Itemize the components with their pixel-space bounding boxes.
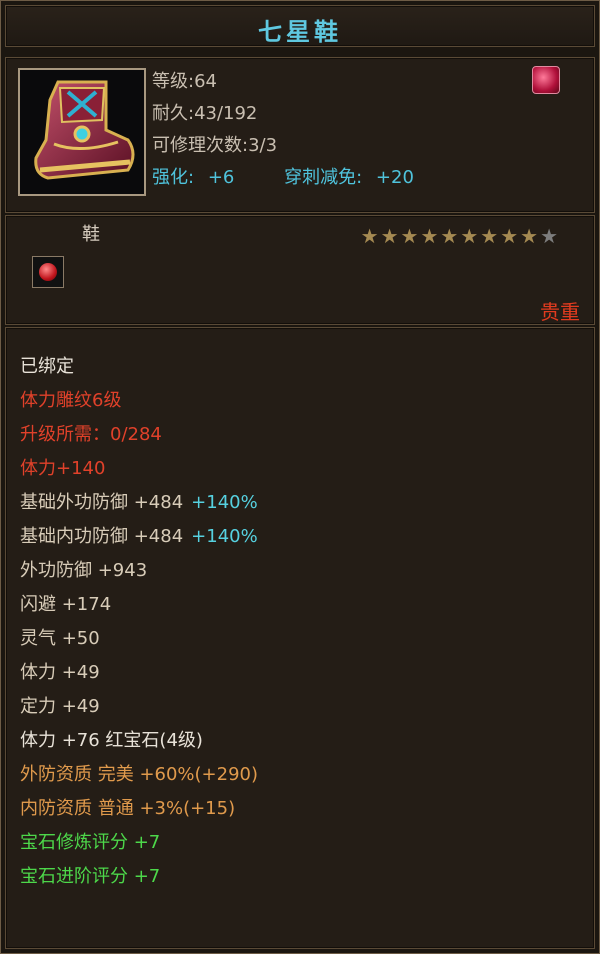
attribute-row: 基础外功防御 +484 +140% [20,486,258,520]
attribute-text: 宝石进阶评分 +7 [20,866,161,887]
enhance-label: 强化: [152,167,195,188]
attribute-list: 已绑定体力雕纹6级升级所需：0/284 体力+140 基础外功防御 +484 +140… [20,350,258,894]
item-tooltip: 七星鞋 等级:64 耐久:43/192 可修理次数:3/3 强化: +6 穿刺减… [0,0,600,954]
item-level: 等级:64 [152,71,217,92]
attribute-text: 灵气 +50 [20,628,100,649]
item-name: 七星鞋 [258,17,342,46]
attribute-row: 外防资质 完美 +60%(+290) [20,758,258,792]
attribute-row: 宝石进阶评分 +7 [20,860,258,894]
star-icon: ★ [400,224,419,248]
attribute-text: 基础外功防御 +484 [20,492,184,513]
item-type: 鞋 [82,224,100,245]
star-icon: ★ [500,224,519,248]
item-durability: 耐久:43/192 [152,103,258,124]
attribute-text: 体力雕纹6级 [20,390,122,411]
attribute-row: 外功防御 +943 [20,554,258,588]
attribute-text: 外功防御 +943 [20,560,148,581]
star-icon: ★ [540,224,558,248]
star-icon: ★ [360,224,379,248]
star-icon: ★ [420,224,439,248]
star-icon: ★ [460,224,479,248]
attribute-text: 升级所需：0/284 [20,424,162,445]
ruby-gem-icon[interactable] [32,256,64,288]
attribute-row: 升级所需：0/284 [20,418,258,452]
attribute-row: 灵气 +50 [20,622,258,656]
attribute-text: 内防资质 普通 +3%(+15) [20,798,236,819]
title-bar: 七星鞋 [5,5,595,47]
attribute-text: 体力 +49 [20,662,100,683]
enhance-row: 强化: +6 穿刺减免: +20 [152,162,414,194]
attribute-text: 宝石修炼评分 +7 [20,832,161,853]
attribute-text: 闪避 +174 [20,594,112,615]
brand-mark-icon [532,66,560,94]
attribute-row: 定力 +49 [20,690,258,724]
attribute-row: 体力雕纹6级 [20,384,258,418]
item-header: 等级:64 耐久:43/192 可修理次数:3/3 强化: +6 穿刺减免: +… [5,57,595,213]
attribute-bonus: +140% [191,492,258,513]
star-icon: ★ [480,224,499,248]
attribute-text: 体力 +76 红宝石(4级) [20,730,203,751]
attribute-row: 基础内功防御 +484 +140% [20,520,258,554]
repair-count: 可修理次数:3/3 [152,135,278,156]
attribute-text: 体力+140 [20,458,106,479]
pierce-label: 穿刺减免: [284,167,363,188]
attribute-text: 定力 +49 [20,696,100,717]
attribute-row: 体力 +76 红宝石(4级) [20,724,258,758]
attribute-row: 宝石修炼评分 +7 [20,826,258,860]
item-meta: 鞋 ★ ★ ★ ★ ★ ★ ★ ★ ★ ★ 贵重 [5,215,595,325]
pierce-value: +20 [375,167,414,188]
attribute-row: 已绑定 [20,350,258,384]
attribute-text: 基础内功防御 +484 [20,526,184,547]
attribute-panel: 已绑定体力雕纹6级升级所需：0/284 体力+140 基础外功防御 +484 +140… [5,327,595,949]
attribute-text: 外防资质 完美 +60%(+290) [20,764,259,785]
star-icon: ★ [380,224,399,248]
star-icon: ★ [440,224,459,248]
attribute-row: 内防资质 普通 +3%(+15) [20,792,258,826]
boot-icon [18,68,146,196]
attribute-row: 体力 +49 [20,656,258,690]
item-stats: 等级:64 耐久:43/192 可修理次数:3/3 强化: +6 穿刺减免: +… [152,66,414,194]
attribute-row: 闪避 +174 [20,588,258,622]
star-rating: ★ ★ ★ ★ ★ ★ ★ ★ ★ ★ [361,226,558,246]
attribute-row: 体力+140 [20,452,258,486]
quality-label: 贵重 [540,300,580,324]
attribute-text: 已绑定 [20,356,74,377]
enhance-value: +6 [207,167,235,188]
attribute-bonus: +140% [191,526,258,547]
star-icon: ★ [520,224,539,248]
